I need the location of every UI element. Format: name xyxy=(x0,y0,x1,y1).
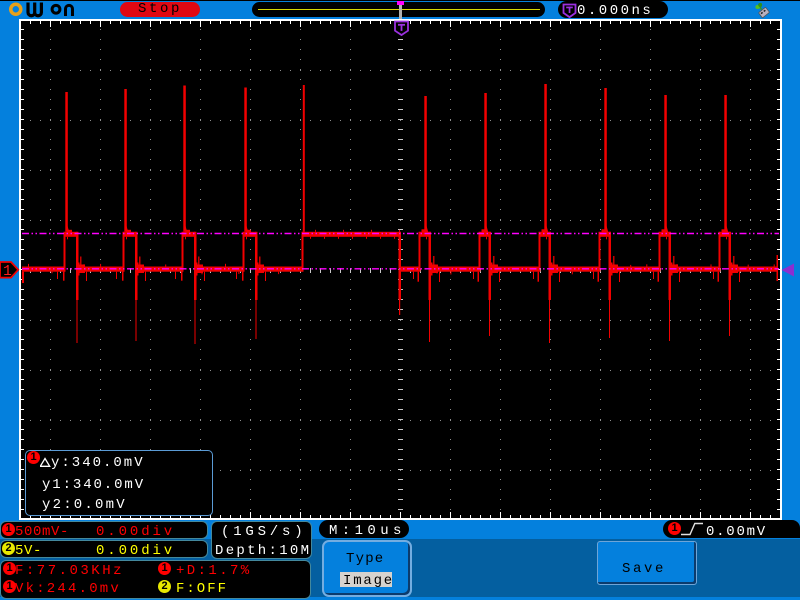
svg-text:1: 1 xyxy=(3,264,12,279)
